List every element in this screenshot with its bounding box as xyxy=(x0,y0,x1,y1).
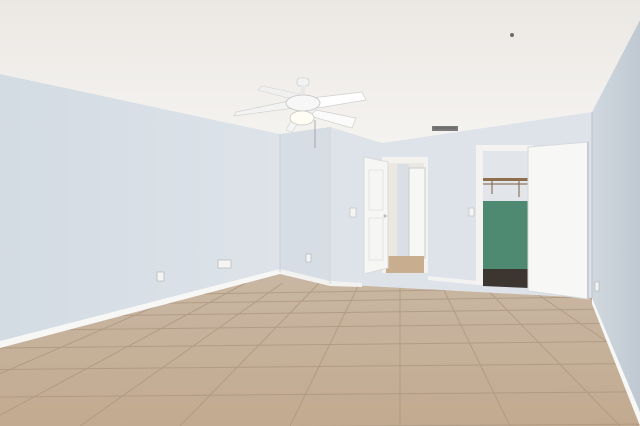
closet-upper-wall xyxy=(483,151,529,201)
power-outlet-icon[interactable] xyxy=(156,271,165,282)
hallway-wall xyxy=(397,164,409,259)
closet-door[interactable] xyxy=(527,141,589,300)
hallway-far-door xyxy=(408,167,426,259)
fan-motor-housing xyxy=(285,94,321,112)
back-wall-left-segment xyxy=(280,127,330,284)
smoke-detector-icon xyxy=(510,33,514,37)
power-outlet-icon[interactable] xyxy=(217,259,232,269)
air-vent-icon xyxy=(432,126,458,131)
closet-floor xyxy=(483,269,529,288)
closet-doorway[interactable] xyxy=(476,145,534,288)
empty-bedroom-photo xyxy=(0,0,640,426)
door-knob[interactable] xyxy=(383,214,387,218)
power-outlet-icon[interactable] xyxy=(594,281,600,292)
light-switch-icon[interactable] xyxy=(349,207,357,218)
light-switch-icon[interactable] xyxy=(468,207,475,217)
hallway-doorway[interactable] xyxy=(382,157,428,273)
hallway-floor xyxy=(386,256,424,273)
closet-green-wall xyxy=(483,201,529,269)
power-outlet-icon[interactable] xyxy=(305,253,312,263)
fan-light-globe xyxy=(289,110,315,126)
bedroom-door[interactable] xyxy=(363,156,389,275)
closet-shelf xyxy=(483,178,529,181)
